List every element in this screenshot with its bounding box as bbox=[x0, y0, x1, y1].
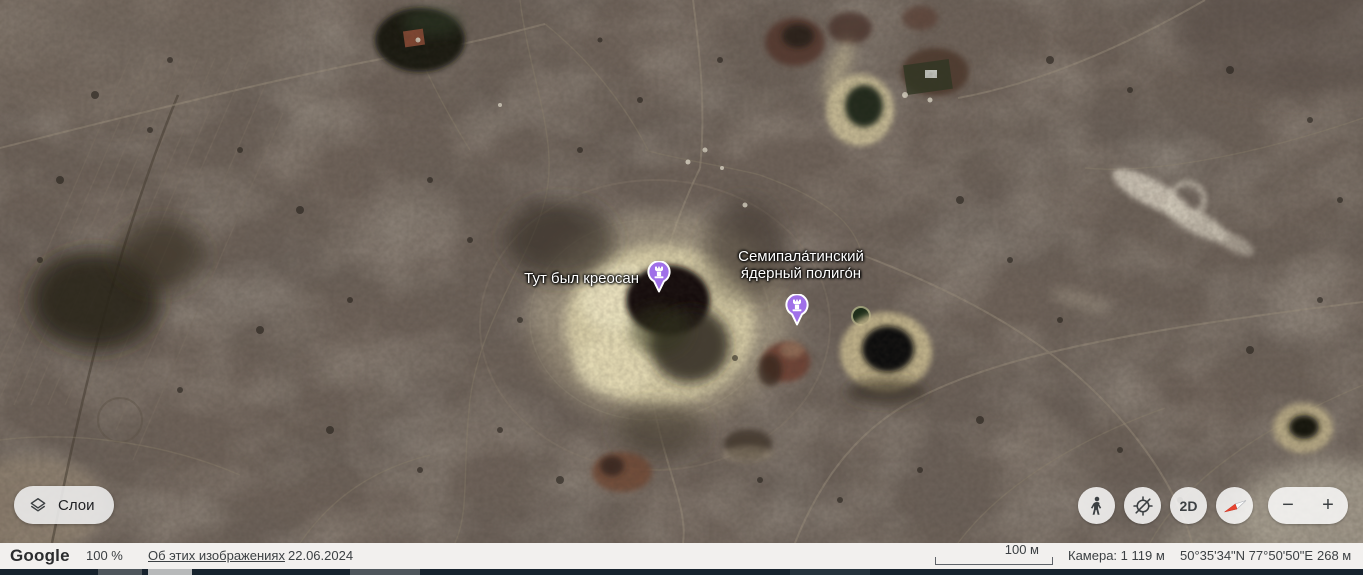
layers-icon bbox=[30, 498, 46, 512]
layers-button[interactable]: Слои bbox=[14, 486, 115, 524]
imagery-date: 22.06.2024 bbox=[288, 548, 354, 563]
placemark-label-line1: Семипала́тинский bbox=[738, 248, 864, 265]
satellite-map[interactable]: Тут был креосан Семипала́тинский я́дерны… bbox=[0, 0, 1363, 543]
taskbar-item bbox=[790, 569, 870, 575]
imagery-info-link[interactable]: Об этих изображениях bbox=[148, 543, 285, 569]
taskbar-item bbox=[350, 569, 420, 575]
landmark-pin-icon bbox=[785, 293, 809, 326]
placemark-label-polygon[interactable]: Семипала́тинский я́дерный полиго́н bbox=[738, 248, 864, 282]
coordinates: 50°35'34"N 77°50'50"E bbox=[1180, 548, 1314, 563]
placemark-pin-polygon[interactable] bbox=[784, 293, 810, 326]
compass-button[interactable] bbox=[1216, 487, 1253, 524]
location-off-icon bbox=[1132, 495, 1153, 516]
zoom-control: − + bbox=[1268, 487, 1348, 524]
landmark-pin-icon bbox=[647, 260, 671, 293]
map-scale-bar: 100 м bbox=[935, 542, 1053, 569]
scale-label: 100 м bbox=[1004, 542, 1039, 557]
compass-needle-icon bbox=[1223, 499, 1246, 512]
camera-altitude: Камера: 1 119 м bbox=[1068, 548, 1165, 563]
status-bar: Google 100 % Об этих изображениях 22.06.… bbox=[0, 542, 1363, 569]
placemark-label-kreosan[interactable]: Тут был креосан bbox=[524, 270, 645, 287]
taskbar-item bbox=[148, 569, 192, 575]
scale-bracket bbox=[935, 557, 1053, 565]
toggle-2d-label: 2D bbox=[1179, 497, 1198, 514]
elevation: 268 м bbox=[1317, 548, 1352, 563]
toggle-2d-button[interactable]: 2D bbox=[1170, 487, 1207, 524]
google-earth-window: Тут был креосан Семипала́тинский я́дерны… bbox=[0, 0, 1363, 575]
my-location-off-button[interactable] bbox=[1124, 487, 1161, 524]
layers-button-label: Слои bbox=[58, 496, 95, 514]
taskbar-strip bbox=[0, 569, 1363, 575]
placemark-pin-kreosan[interactable] bbox=[646, 260, 672, 293]
pegman-icon bbox=[1090, 496, 1101, 515]
zoom-in-button[interactable]: + bbox=[1308, 487, 1348, 524]
zoom-out-button[interactable]: − bbox=[1268, 487, 1308, 524]
zoom-percent: 100 % bbox=[86, 548, 123, 563]
placemark-label-line2: я́дерный полиго́н bbox=[740, 265, 862, 282]
google-logo: Google bbox=[10, 546, 70, 565]
satellite-imagery bbox=[0, 0, 1363, 543]
pegman-button[interactable] bbox=[1078, 487, 1115, 524]
taskbar-item bbox=[98, 569, 142, 575]
